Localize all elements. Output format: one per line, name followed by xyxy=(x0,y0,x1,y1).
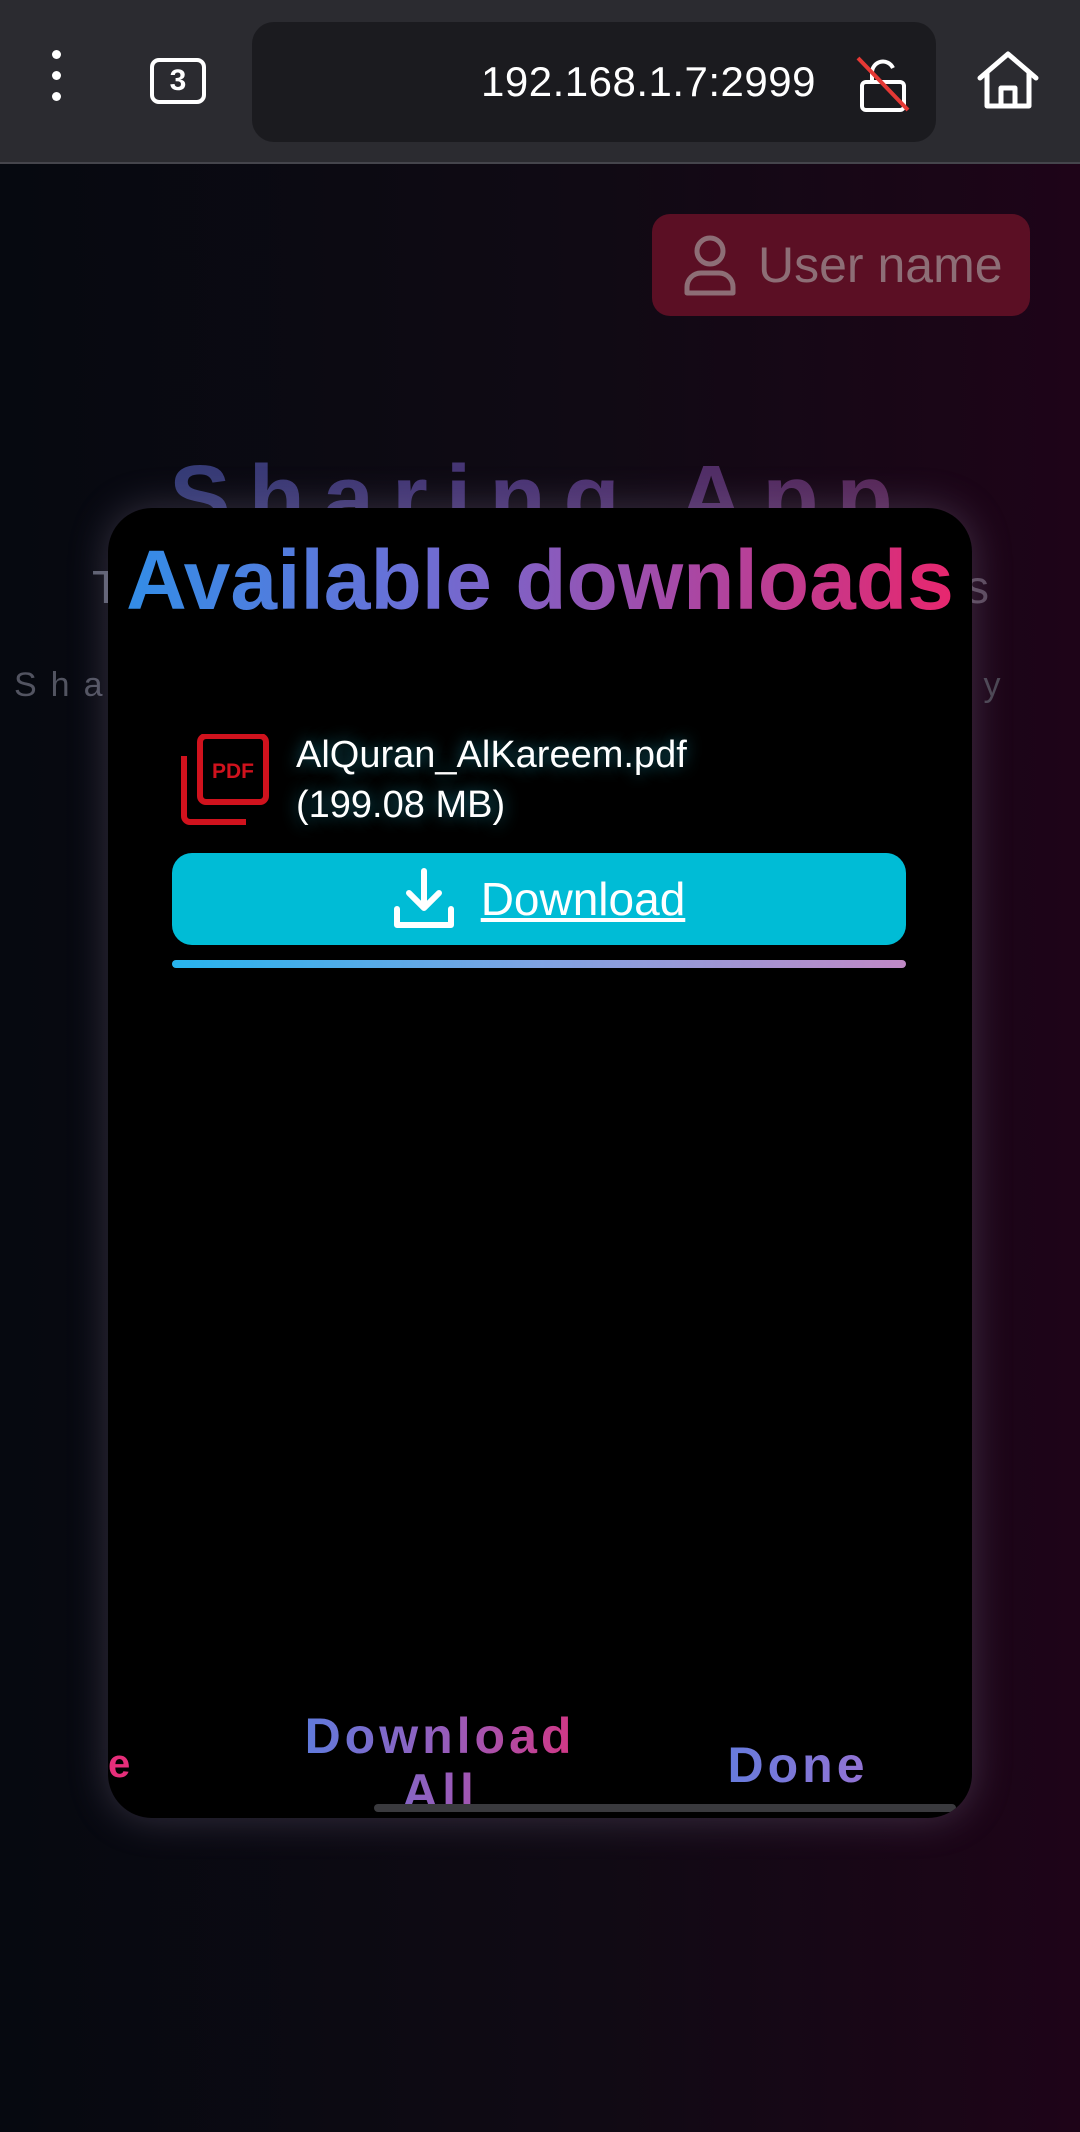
dialog-title: Available downloads xyxy=(108,532,972,629)
bg-subtitle-fragment-left: Sha xyxy=(14,666,117,704)
pdf-file-icon: PDF xyxy=(181,734,269,825)
svg-text:PDF: PDF xyxy=(212,760,254,783)
home-icon[interactable] xyxy=(974,48,1042,112)
user-icon xyxy=(684,235,736,296)
tab-switcher-button[interactable]: 3 xyxy=(150,58,206,104)
download-button[interactable]: Download xyxy=(172,853,906,945)
file-item: PDF AlQuran_AlKareem.pdf (199.08 MB) xyxy=(180,730,900,830)
download-all-label-line1: Download xyxy=(304,1708,576,1764)
more-vert-icon[interactable] xyxy=(36,50,76,112)
downloads-dialog: Available downloads PDF AlQuran_AlKareem… xyxy=(108,508,972,1818)
download-all-button[interactable]: Download All xyxy=(290,1708,590,1818)
address-bar[interactable]: 192.168.1.7:2999 xyxy=(252,22,936,142)
download-button-label: Download xyxy=(480,873,686,925)
download-icon xyxy=(393,868,454,928)
horizontal-scrollbar[interactable] xyxy=(374,1804,956,1812)
user-name-button[interactable]: User name xyxy=(652,214,1030,316)
user-name-label: User name xyxy=(758,237,1003,293)
done-button[interactable]: Done xyxy=(688,1736,908,1794)
file-size: (199.08 MB) xyxy=(296,784,506,826)
partial-action-label[interactable]: e xyxy=(108,1742,130,1787)
download-progress-bar xyxy=(172,960,906,968)
insecure-lock-icon[interactable] xyxy=(852,52,914,114)
browser-toolbar: 3 192.168.1.7:2999 xyxy=(0,0,1080,164)
file-info: AlQuran_AlKareem.pdf (199.08 MB) xyxy=(296,730,687,830)
url-text[interactable]: 192.168.1.7:2999 xyxy=(481,58,816,106)
file-name: AlQuran_AlKareem.pdf xyxy=(296,734,687,776)
